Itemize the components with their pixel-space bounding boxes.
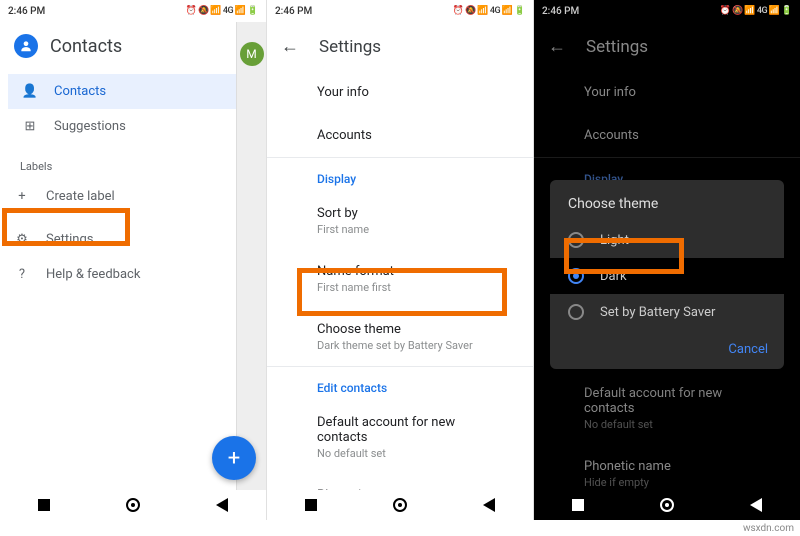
- drawer-settings-label: Settings: [46, 232, 93, 247]
- nav-back-icon[interactable]: [216, 498, 228, 512]
- radio-icon: [568, 304, 584, 320]
- theme-dark-label: Dark: [600, 269, 627, 284]
- back-arrow-icon[interactable]: ←: [548, 36, 566, 57]
- nav-contacts[interactable]: 👤 Contacts 3: [8, 74, 258, 109]
- nav-recents-icon[interactable]: [305, 499, 317, 511]
- suggestions-icon: ⊞: [22, 119, 38, 134]
- watermark: wsxdn.com: [743, 523, 794, 534]
- nav-recents-icon[interactable]: [572, 499, 584, 511]
- choose-theme-dialog: Choose theme Light Dark Set by Battery S…: [550, 180, 784, 369]
- theme-option-dark[interactable]: Dark: [550, 258, 784, 294]
- android-navbar: [267, 490, 533, 520]
- status-icons: ⏰ 🔕 📶 4G 📶 🔋: [186, 6, 258, 16]
- underlying-screen-sliver: M: [236, 22, 266, 490]
- nav-home-icon[interactable]: [393, 498, 407, 512]
- status-icons: ⏰ 🔕 📶 4G 📶 🔋: [720, 6, 792, 16]
- nav-recents-icon[interactable]: [38, 499, 50, 511]
- gear-icon: ⚙: [14, 232, 30, 247]
- row-default-account[interactable]: Default account for new contacts No defa…: [267, 401, 533, 474]
- section-edit-contacts: Edit contacts: [267, 367, 533, 401]
- fab-add-contact[interactable]: +: [212, 436, 256, 480]
- status-icons: ⏰ 🔕 📶 4G 📶 🔋: [453, 6, 525, 16]
- phone-2-settings-light: 2:46 PM ⏰ 🔕 📶 4G 📶 🔋 ← Settings Your inf…: [267, 0, 534, 520]
- radio-icon-checked: [568, 268, 584, 284]
- status-bar: 2:46 PM ⏰ 🔕 📶 4G 📶 🔋: [267, 0, 533, 22]
- row-default-account: Default account for new contacts No defa…: [534, 372, 800, 445]
- nav-suggestions[interactable]: ⊞ Suggestions: [8, 109, 258, 144]
- row-accounts[interactable]: Accounts: [267, 114, 533, 157]
- nav-suggestions-label: Suggestions: [54, 119, 126, 134]
- drawer-help[interactable]: ? Help & feedback: [0, 257, 266, 292]
- phone-3-settings-dark-dialog: 2:46 PM ⏰ 🔕 📶 4G 📶 🔋 ← Settings Your inf…: [534, 0, 800, 520]
- nav-home-icon[interactable]: [126, 498, 140, 512]
- status-bar: 2:46 PM ⏰ 🔕 📶 4G 📶 🔋: [534, 0, 800, 22]
- theme-option-light[interactable]: Light: [550, 222, 784, 258]
- status-time: 2:46 PM: [542, 6, 579, 17]
- row-your-info: Your info: [534, 71, 800, 114]
- contacts-logo-icon: [14, 34, 38, 58]
- settings-header: ← Settings: [267, 22, 533, 71]
- row-name-format[interactable]: Name format First name first: [267, 250, 533, 308]
- radio-icon: [568, 232, 584, 248]
- status-time: 2:46 PM: [275, 6, 312, 17]
- nav-home-icon[interactable]: [660, 498, 674, 512]
- settings-title: Settings: [586, 37, 648, 57]
- settings-title: Settings: [319, 37, 381, 57]
- create-label-text: Create label: [46, 189, 115, 204]
- theme-battery-label: Set by Battery Saver: [600, 305, 715, 320]
- status-bar: 2:46 PM ⏰ 🔕 📶 4G 📶 🔋: [0, 0, 266, 22]
- theme-light-label: Light: [600, 233, 629, 248]
- android-navbar: [0, 490, 266, 520]
- labels-header: Labels: [0, 148, 266, 179]
- row-sort-by[interactable]: Sort by First name: [267, 192, 533, 250]
- row-your-info[interactable]: Your info: [267, 71, 533, 114]
- dialog-cancel-button[interactable]: Cancel: [728, 342, 768, 357]
- contact-avatar: M: [240, 42, 264, 66]
- dialog-title: Choose theme: [550, 196, 784, 222]
- drawer-settings[interactable]: ⚙ Settings: [0, 222, 266, 257]
- nav-back-icon[interactable]: [483, 498, 495, 512]
- section-display: Display: [267, 158, 533, 192]
- app-title: Contacts: [50, 36, 122, 57]
- plus-icon: +: [14, 189, 30, 204]
- phone-1-contacts-drawer: 2:46 PM ⏰ 🔕 📶 4G 📶 🔋 Contacts 👤 Contacts…: [0, 0, 267, 520]
- create-label[interactable]: + Create label: [0, 179, 266, 214]
- back-arrow-icon[interactable]: ←: [281, 36, 299, 57]
- person-icon: 👤: [22, 84, 38, 99]
- theme-option-battery[interactable]: Set by Battery Saver: [550, 294, 784, 330]
- help-icon: ?: [14, 267, 30, 282]
- drawer-help-label: Help & feedback: [46, 267, 140, 282]
- row-choose-theme[interactable]: Choose theme Dark theme set by Battery S…: [267, 308, 533, 366]
- status-time: 2:46 PM: [8, 6, 45, 17]
- settings-header: ← Settings: [534, 22, 800, 71]
- nav-back-icon[interactable]: [750, 498, 762, 512]
- row-accounts: Accounts: [534, 114, 800, 157]
- app-header: Contacts: [0, 22, 266, 70]
- nav-contacts-label: Contacts: [54, 84, 106, 99]
- android-navbar: [534, 490, 800, 520]
